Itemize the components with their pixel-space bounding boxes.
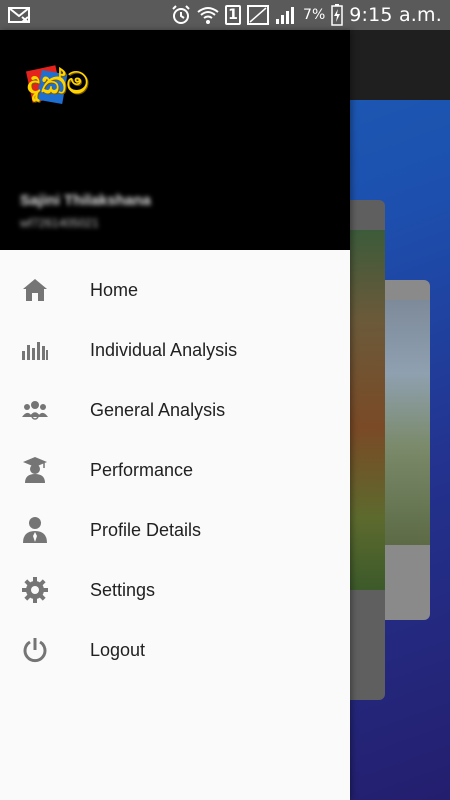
signal-empty-icon bbox=[247, 5, 270, 25]
menu-item-general-analysis[interactable]: General Analysis bbox=[0, 380, 350, 440]
background-card bbox=[385, 280, 430, 620]
graduate-icon bbox=[20, 455, 50, 485]
home-icon bbox=[20, 275, 50, 305]
signal-strength-icon bbox=[275, 5, 297, 25]
user-name: Sajini Thilakshana bbox=[20, 192, 151, 209]
menu-label: Profile Details bbox=[90, 519, 202, 540]
clock: 9:15 a.m. bbox=[349, 4, 442, 26]
menu-item-settings[interactable]: Settings bbox=[0, 560, 350, 620]
logo-text: දැක්ම bbox=[27, 66, 90, 101]
menu-item-logout[interactable]: Logout bbox=[0, 620, 350, 680]
background-card-photo bbox=[385, 300, 430, 545]
wifi-icon bbox=[197, 5, 219, 25]
menu-label: General Analysis bbox=[90, 399, 226, 420]
mail-notification-icon bbox=[8, 7, 30, 23]
navigation-drawer: දැක්ම Sajini Thilakshana wf7261405021 Ho… bbox=[0, 30, 350, 800]
group-icon bbox=[20, 395, 50, 425]
battery-charging-icon bbox=[331, 4, 343, 26]
gear-icon bbox=[20, 575, 50, 605]
user-subtitle: wf7261405021 bbox=[20, 216, 99, 230]
menu-item-profile-details[interactable]: Profile Details bbox=[0, 500, 350, 560]
menu-item-individual-analysis[interactable]: Individual Analysis bbox=[0, 320, 350, 380]
app-logo: දැක්ම bbox=[25, 62, 135, 112]
menu-label: Individual Analysis bbox=[90, 339, 238, 360]
status-bar: 1 7% 9:15 a.m. bbox=[0, 0, 450, 30]
menu-label: Performance bbox=[90, 459, 194, 480]
drawer-header: දැක්ම Sajini Thilakshana wf7261405021 bbox=[0, 30, 350, 250]
menu-label: Settings bbox=[90, 579, 156, 600]
menu-item-home[interactable]: Home bbox=[0, 260, 350, 320]
person-icon bbox=[20, 515, 50, 545]
bar-chart-icon bbox=[20, 335, 50, 365]
menu-item-performance[interactable]: Performance bbox=[0, 440, 350, 500]
alarm-icon bbox=[171, 5, 191, 25]
menu-label: Home bbox=[90, 279, 139, 300]
menu-label: Logout bbox=[90, 639, 146, 660]
power-icon bbox=[20, 635, 50, 665]
battery-percent: 7% bbox=[303, 7, 326, 23]
sim-slot-icon: 1 bbox=[225, 5, 242, 25]
